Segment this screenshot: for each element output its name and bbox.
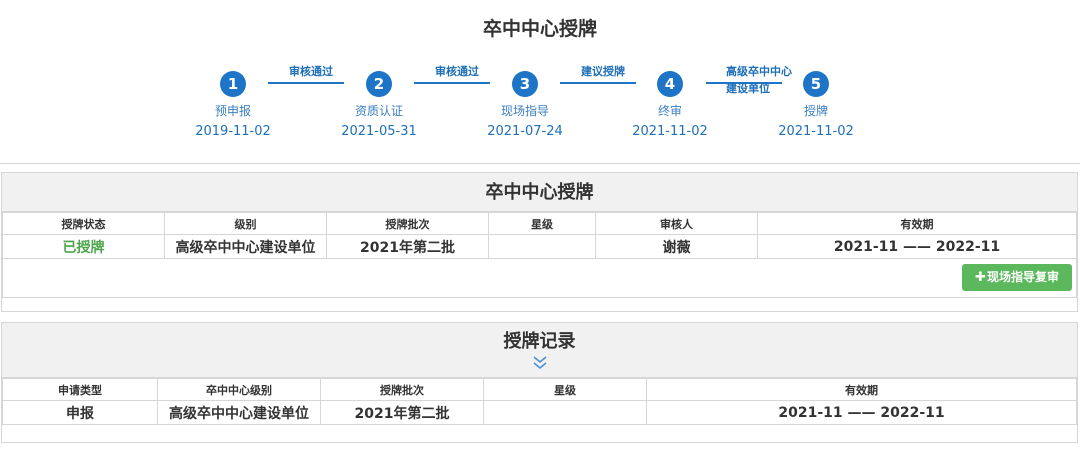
connector-line-2 <box>414 82 490 84</box>
records-table: 申请类型 卒中中心级别 授牌批次 星级 有效期 申报 高级卒中中心建设单位 20… <box>2 378 1077 425</box>
step-3-circle: 3 <box>512 71 538 97</box>
column-header: 授牌状态 <box>2 212 165 235</box>
validity-cell: 2021-11 —— 2022-11 <box>757 234 1077 259</box>
column-header: 星级 <box>483 378 647 401</box>
column-header: 级别 <box>164 212 327 235</box>
step-2-date: 2021-05-31 <box>341 124 417 139</box>
stars-cell <box>483 400 647 425</box>
type-cell: 申报 <box>2 400 158 425</box>
step-3-name: 现场指导 <box>500 104 549 118</box>
table-row: 已授牌 高级卒中中心建设单位 2021年第二批 谢薇 2021-11 —— 20… <box>2 234 1077 259</box>
records-table-header: 申请类型 卒中中心级别 授牌批次 星级 有效期 <box>2 378 1077 401</box>
column-header: 审核人 <box>595 212 758 235</box>
action-row: ✚现场指导复审 <box>2 258 1077 298</box>
progress-stepper: 审核通过 审核通过 建议授牌 高级卒中中心 建设单位 1 预申报 2019-11… <box>0 0 1080 160</box>
action-cell: ✚现场指导复审 <box>2 258 1077 298</box>
award-panel-title: 卒中中心授牌 <box>2 173 1077 212</box>
onsite-review-button[interactable]: ✚现场指导复审 <box>962 264 1072 291</box>
column-header: 卒中中心级别 <box>157 378 321 401</box>
column-header: 申请类型 <box>2 378 158 401</box>
step-4-circle: 4 <box>657 71 683 97</box>
step-5-name: 授牌 <box>803 104 828 118</box>
connector-line-1 <box>268 82 344 84</box>
connector-label-4a: 高级卒中中心 <box>726 65 792 78</box>
step-5-date: 2021-11-02 <box>778 124 854 139</box>
column-header: 授牌批次 <box>320 378 484 401</box>
reviewer-cell: 谢薇 <box>595 234 758 259</box>
column-header: 有效期 <box>757 212 1077 235</box>
onsite-review-button-label: 现场指导复审 <box>986 270 1059 284</box>
stars-cell <box>488 234 596 259</box>
step-2-name: 资质认证 <box>354 104 403 118</box>
connector-label-1: 审核通过 <box>289 65 333 78</box>
step-1-name: 预申报 <box>214 104 251 118</box>
step-4-date: 2021-11-02 <box>632 124 708 139</box>
records-panel-header: 授牌记录 <box>2 323 1077 378</box>
plus-icon: ✚ <box>975 270 986 285</box>
connector-label-3: 建议授牌 <box>581 65 625 78</box>
connector-line-3 <box>560 82 636 84</box>
chevron-down-icon[interactable] <box>532 355 548 371</box>
section-divider <box>0 163 1080 164</box>
step-1-circle: 1 <box>220 71 246 97</box>
connector-label-4b: 建设单位 <box>726 82 770 95</box>
step-2-circle: 2 <box>366 71 392 97</box>
award-panel: 卒中中心授牌 授牌状态 级别 授牌批次 星级 审核人 有效期 已授牌 高级卒中中… <box>1 172 1078 312</box>
batch-cell: 2021年第二批 <box>326 234 489 259</box>
records-panel: 授牌记录 申请类型 卒中中心级别 授牌批次 星级 有效期 申报 高级卒中中心建设… <box>1 322 1078 443</box>
level-cell: 高级卒中中心建设单位 <box>164 234 327 259</box>
status-badge: 已授牌 <box>2 234 165 259</box>
award-table-header: 授牌状态 级别 授牌批次 星级 审核人 有效期 <box>2 212 1077 235</box>
step-5-circle: 5 <box>803 71 829 97</box>
column-header: 星级 <box>488 212 596 235</box>
table-row: 申报 高级卒中中心建设单位 2021年第二批 2021-11 —— 2022-1… <box>2 400 1077 425</box>
column-header: 授牌批次 <box>326 212 489 235</box>
level-cell: 高级卒中中心建设单位 <box>157 400 321 425</box>
validity-cell: 2021-11 —— 2022-11 <box>646 400 1077 425</box>
step-3-date: 2021-07-24 <box>487 124 563 139</box>
batch-cell: 2021年第二批 <box>320 400 484 425</box>
step-4-name: 终审 <box>657 104 682 118</box>
column-header: 有效期 <box>646 378 1077 401</box>
connector-label-2: 审核通过 <box>435 65 479 78</box>
records-panel-title: 授牌记录 <box>503 331 576 352</box>
award-table: 授牌状态 级别 授牌批次 星级 审核人 有效期 已授牌 高级卒中中心建设单位 2… <box>2 212 1077 298</box>
step-1-date: 2019-11-02 <box>195 124 271 139</box>
